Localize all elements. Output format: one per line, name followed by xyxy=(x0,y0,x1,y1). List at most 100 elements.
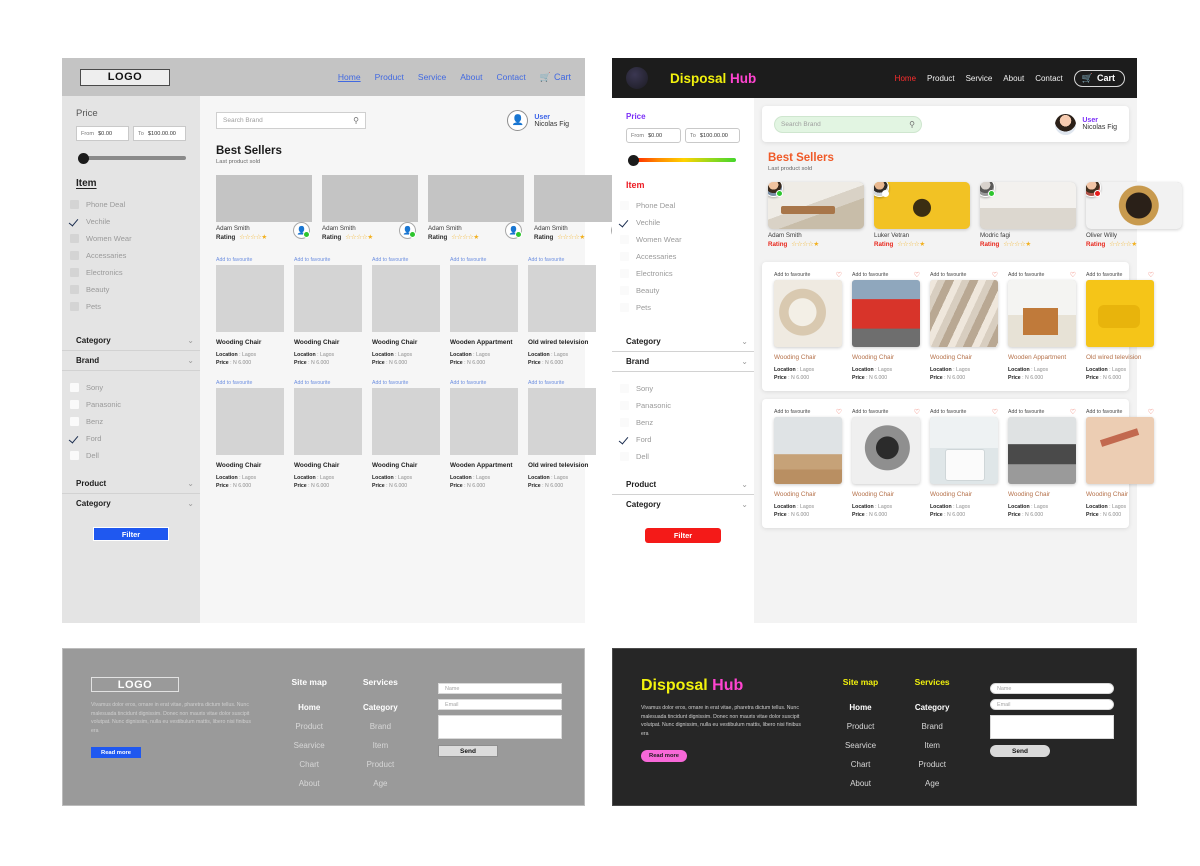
checkbox-input[interactable] xyxy=(70,251,79,260)
add-to-favourite[interactable]: Add to favourite xyxy=(294,378,362,388)
checkbox-input[interactable] xyxy=(70,451,79,460)
checkbox-row[interactable]: Vechile xyxy=(62,213,200,230)
checkbox-row[interactable]: Women Wear xyxy=(612,231,754,248)
accordion-category-2[interactable]: Category ⌄ xyxy=(62,494,200,513)
checkbox-input[interactable] xyxy=(70,268,79,277)
slider-handle[interactable] xyxy=(78,152,89,164)
accordion-product[interactable]: Product ⌄ xyxy=(612,475,754,495)
add-to-favourite[interactable]: Add to favourite xyxy=(528,378,596,388)
product-card[interactable]: Add to favourite Wooding Chair Location : … xyxy=(216,255,284,366)
best-seller-card[interactable]: Adam SmithRating☆☆☆☆★ 👤 xyxy=(216,175,312,241)
heart-icon[interactable]: ♡ xyxy=(836,271,842,279)
add-to-favourite[interactable]: Add to favourite xyxy=(528,255,596,265)
add-to-favourite[interactable]: Add to favourite ♡ xyxy=(852,270,920,280)
heart-icon[interactable]: ♡ xyxy=(1148,271,1154,279)
slider-handle[interactable] xyxy=(628,154,639,166)
nav-item-product[interactable]: Product xyxy=(927,74,955,83)
checkbox-row[interactable]: Beauty xyxy=(612,282,754,299)
nav-item-about[interactable]: About xyxy=(460,72,482,82)
add-to-favourite[interactable]: Add to favourite ♡ xyxy=(930,407,998,417)
add-to-favourite[interactable]: Add to favourite ♡ xyxy=(1008,270,1076,280)
footer-link[interactable]: About xyxy=(825,779,897,788)
checkbox-row[interactable]: Dell xyxy=(62,447,200,464)
checkbox-row[interactable]: Electronics xyxy=(62,264,200,281)
price-slider[interactable] xyxy=(626,154,740,166)
heart-icon[interactable]: ♡ xyxy=(992,271,998,279)
add-to-favourite[interactable]: Add to favourite ♡ xyxy=(852,407,920,417)
product-card[interactable]: Add to favourite Old wired television Loca… xyxy=(528,255,596,366)
footer-link[interactable]: Home xyxy=(825,703,897,712)
add-to-favourite[interactable]: Add to favourite xyxy=(450,255,518,265)
footer-link[interactable]: Item xyxy=(896,741,968,750)
accordion-brand[interactable]: Brand ⌄ xyxy=(62,351,200,371)
footer-link[interactable]: Searvice xyxy=(825,741,897,750)
checkbox-row[interactable]: Beauty xyxy=(62,281,200,298)
checkbox-row[interactable]: Benz xyxy=(62,413,200,430)
nav-item-contact[interactable]: Contact xyxy=(1035,74,1063,83)
product-card[interactable]: Add to favourite ♡ Old wired television Loc… xyxy=(1086,270,1154,381)
product-card[interactable]: Add to favourite ♡ Wooding Chair Location :… xyxy=(774,270,842,381)
nav-item-service[interactable]: Service xyxy=(418,72,446,82)
footer-link[interactable]: Searvice xyxy=(274,741,345,750)
footer-link[interactable]: About xyxy=(274,779,345,788)
price-from-input[interactable]: From $0.00 xyxy=(76,126,129,141)
footer-link[interactable]: Category xyxy=(896,703,968,712)
checkbox-input[interactable] xyxy=(620,286,629,295)
footer-link[interactable]: Product xyxy=(825,722,897,731)
checkbox-input[interactable] xyxy=(620,269,629,278)
price-to-input[interactable]: To $100.00.00 xyxy=(133,126,186,141)
checkbox-input[interactable] xyxy=(620,235,629,244)
checkbox-input[interactable] xyxy=(70,285,79,294)
checkbox-row[interactable]: Electronics xyxy=(612,265,754,282)
checkmark-icon[interactable] xyxy=(70,217,79,226)
heart-icon[interactable]: ♡ xyxy=(914,271,920,279)
checkbox-input[interactable] xyxy=(620,384,629,393)
heart-icon[interactable]: ♡ xyxy=(1148,408,1154,416)
footer-link[interactable]: Home xyxy=(274,703,345,712)
checkbox-row[interactable]: Sony xyxy=(612,380,754,397)
product-card[interactable]: Add to favourite Wooding Chair Location : … xyxy=(372,255,440,366)
checkbox-row[interactable]: Ford xyxy=(62,430,200,447)
checkmark-icon[interactable] xyxy=(70,434,79,443)
add-to-favourite[interactable]: Add to favourite xyxy=(372,255,440,265)
checkbox-input[interactable] xyxy=(620,201,629,210)
checkbox-row[interactable]: Sony xyxy=(62,379,200,396)
add-to-favourite[interactable]: Add to favourite ♡ xyxy=(1008,407,1076,417)
product-card[interactable]: Add to favourite ♡ Wooding Chair Location :… xyxy=(1008,407,1076,518)
product-card[interactable]: Add to favourite ♡ Wooding Chair Location :… xyxy=(930,270,998,381)
add-to-favourite[interactable]: Add to favourite xyxy=(294,255,362,265)
footer-link[interactable]: Age xyxy=(345,779,416,788)
nav-item-contact[interactable]: Contact xyxy=(496,72,525,82)
nav-item-product[interactable]: Product xyxy=(375,72,404,82)
accordion-product[interactable]: Product ⌄ xyxy=(62,474,200,494)
checkbox-input[interactable] xyxy=(620,303,629,312)
nav-item-about[interactable]: About xyxy=(1003,74,1024,83)
footer-link[interactable]: Product xyxy=(345,760,416,769)
checkbox-row[interactable]: Panasonic xyxy=(62,396,200,413)
footer-link[interactable]: Product xyxy=(896,760,968,769)
filter-button[interactable]: Filter xyxy=(93,527,169,541)
checkbox-input[interactable] xyxy=(70,417,79,426)
footer-link[interactable]: Item xyxy=(345,741,416,750)
add-to-favourite[interactable]: Add to favourite xyxy=(372,378,440,388)
accordion-category-2[interactable]: Category ⌄ xyxy=(612,495,754,514)
brand-name[interactable]: Disposal Hub xyxy=(670,71,756,86)
checkmark-icon[interactable] xyxy=(620,218,629,227)
checkbox-row[interactable]: Pets xyxy=(62,298,200,315)
product-card[interactable]: Add to favourite ♡ Wooden Appartment Locati… xyxy=(1008,270,1076,381)
name-field[interactable]: Name xyxy=(437,683,562,694)
product-card[interactable]: Add to favourite Wooding Chair Location : … xyxy=(372,378,440,489)
send-button[interactable]: Send xyxy=(989,745,1050,757)
checkbox-row[interactable]: Pets xyxy=(612,299,754,316)
add-to-favourite[interactable]: Add to favourite ♡ xyxy=(774,270,842,280)
footer-link[interactable]: Chart xyxy=(274,760,345,769)
footer-link[interactable]: Chart xyxy=(825,760,897,769)
cart-button[interactable]: 🛒 Cart xyxy=(540,72,571,83)
heart-icon[interactable]: ♡ xyxy=(992,408,998,416)
heart-icon[interactable]: ♡ xyxy=(1070,408,1076,416)
checkbox-input[interactable] xyxy=(70,400,79,409)
price-from-input[interactable]: From $0.00 xyxy=(626,128,681,143)
add-to-favourite[interactable]: Add to favourite xyxy=(450,378,518,388)
add-to-favourite[interactable]: Add to favourite ♡ xyxy=(774,407,842,417)
search-input[interactable]: Search Brand ⚲ xyxy=(774,115,922,133)
